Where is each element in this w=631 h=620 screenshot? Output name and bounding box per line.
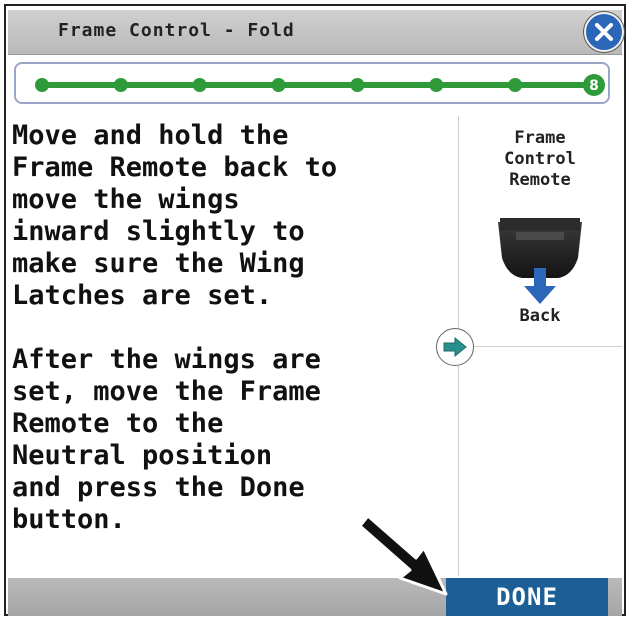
instruction-text: Move and hold the Frame Remote back to m… (12, 120, 338, 535)
step-progress-bar: 8 (14, 62, 610, 104)
step-marker (271, 78, 286, 92)
panel-toggle-button[interactable] (436, 328, 474, 366)
step-marker (113, 78, 128, 92)
right-arrow-icon (443, 337, 467, 357)
frame-control-remote-card: Frame Control Remote Back (458, 116, 622, 347)
remote-title: Frame Control Remote (504, 128, 576, 190)
step-marker (35, 78, 49, 92)
callout-pointer-arrow (358, 514, 448, 596)
title-bar: Frame Control - Fold (8, 10, 622, 55)
done-button[interactable]: DONE (446, 578, 608, 616)
direction-label: Back (519, 306, 561, 326)
step-marker (350, 78, 365, 92)
frame-remote-lever-icon (498, 218, 582, 304)
close-icon (595, 23, 613, 41)
step-marker (429, 78, 444, 92)
current-step-number: 8 (589, 78, 599, 94)
step-marker (508, 78, 523, 92)
dialog-title: Frame Control - Fold (58, 20, 295, 41)
close-button[interactable] (584, 12, 624, 52)
step-marker (192, 78, 207, 92)
